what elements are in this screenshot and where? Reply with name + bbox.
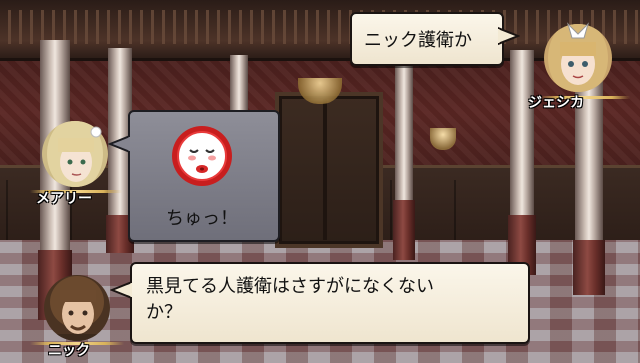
jessica-name-label: ジェシカ (528, 95, 584, 111)
mary-dialogue-text: ちゅっ！ (166, 208, 238, 229)
pillar-base (573, 240, 605, 295)
game-scene: ニック護衛か ジェシカ ちゅっ！ メアリー 黒見てる人護衛はさすがになくない か… (0, 0, 640, 363)
kiss-face-icon (172, 126, 232, 186)
nick-speech-bubble: 黒見てる人護衛はさすがになくない か？ (130, 262, 530, 344)
nick-name-label: ニック (48, 343, 90, 359)
double-door (275, 92, 383, 248)
nick-portrait (44, 275, 110, 341)
mary-portrait (42, 121, 108, 187)
jessica-bubble-tail (498, 26, 520, 46)
wall-sconce-icon (430, 128, 456, 150)
pillar (510, 50, 534, 230)
pillar (395, 58, 413, 218)
mary-name-label: メアリー (36, 191, 92, 207)
pillar-base (393, 200, 415, 260)
mary-speech-bubble: ちゅっ！ (128, 110, 280, 242)
door-seam (323, 96, 327, 240)
jessica-portrait (544, 22, 612, 92)
jessica-dialogue-text: ニック護衛か (364, 30, 472, 51)
nick-dialogue-text: 黒見てる人護衛はさすがになくない か？ (146, 276, 434, 323)
jessica-speech-bubble: ニック護衛か (350, 12, 504, 66)
